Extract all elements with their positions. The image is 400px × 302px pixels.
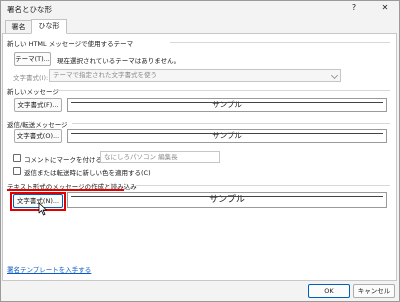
new-message-section-header: 新しいメッセージ	[7, 88, 59, 96]
section-divider	[170, 42, 390, 43]
mouse-cursor-icon	[38, 202, 47, 216]
ok-button[interactable]: OK	[308, 284, 350, 298]
cancel-button[interactable]: キャンセル	[353, 284, 395, 298]
close-icon: ✕	[381, 3, 389, 12]
mark-comments-checkbox[interactable]	[13, 154, 21, 162]
theme-font-select-value: テーマで指定された文字書式を使う	[53, 71, 157, 79]
pick-new-color-checkbox[interactable]	[13, 167, 21, 175]
theme-button[interactable]: テーマ(T)...	[14, 52, 51, 66]
window-title: 署名とひな形	[7, 5, 52, 14]
close-button[interactable]: ✕	[377, 1, 393, 15]
section-divider	[72, 123, 390, 124]
plain-text-font-preview: サンプル	[67, 192, 387, 208]
chevron-down-icon	[330, 71, 339, 80]
get-signature-templates-link[interactable]: 署名テンプレートを入手する	[7, 264, 91, 274]
mark-comments-input[interactable]: なにしろパソコン 編集長	[100, 151, 220, 163]
new-message-font-button[interactable]: 文字書式(F)...	[14, 98, 62, 112]
preview-line	[71, 102, 383, 103]
preview-line	[71, 133, 383, 134]
tab-signature[interactable]: 署名	[5, 20, 32, 34]
reply-font-preview: サンプル	[67, 129, 387, 143]
current-theme-text: 現在選択されているテーマはありません。	[57, 57, 181, 65]
tab-stationery[interactable]: ひな形	[31, 19, 67, 34]
reply-section-header: 返信/転送メッセージ	[7, 121, 68, 129]
new-message-font-preview: サンプル	[67, 98, 387, 112]
theme-section-header: 新しい HTML メッセージで使用するテーマ	[7, 40, 134, 48]
theme-font-label: 文字書式(I):	[13, 74, 49, 82]
section-divider	[56, 90, 390, 91]
section-divider	[136, 185, 390, 186]
reply-font-button[interactable]: 文字書式(O)...	[14, 129, 62, 143]
preview-line	[71, 196, 383, 197]
help-button[interactable]: ?	[346, 1, 362, 15]
pick-new-color-label: 返信または転送時に新しい色を適用する(C)	[24, 169, 151, 177]
theme-font-select[interactable]: テーマで指定された文字書式を使う	[49, 69, 341, 82]
highlight-underline	[7, 189, 124, 191]
